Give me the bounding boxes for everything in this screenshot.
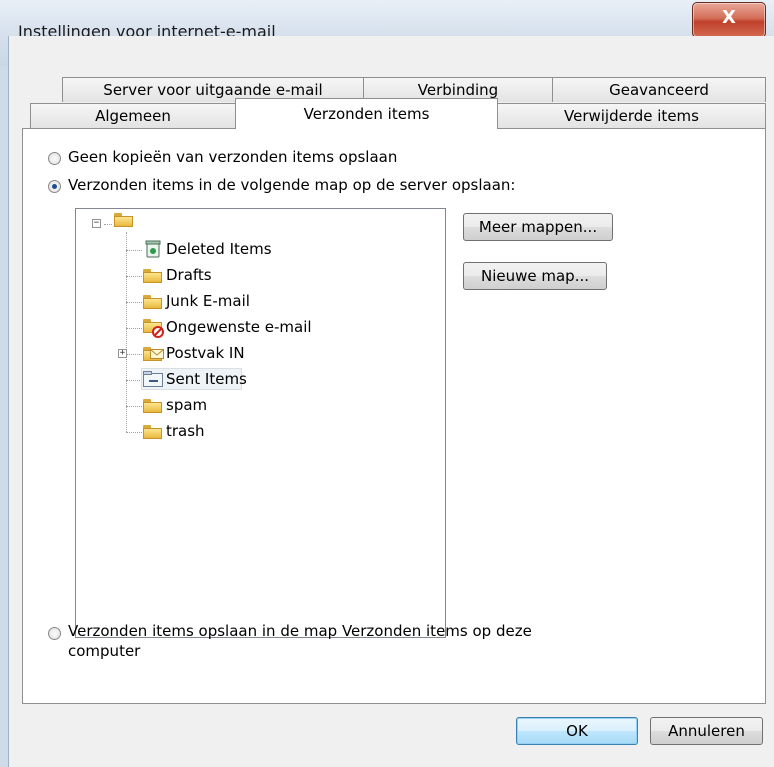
tree-item-ongewenste-email[interactable]: Ongewenste e-mail xyxy=(166,318,312,336)
tree-item-postvak-in[interactable]: Postvak IN xyxy=(166,344,245,362)
no-copies-radio[interactable] xyxy=(48,152,61,165)
more-folders-button[interactable]: Meer mappen... xyxy=(463,213,613,241)
close-icon: X xyxy=(722,7,736,28)
tree-item-spam[interactable]: spam xyxy=(166,396,207,414)
tree-connector xyxy=(126,354,142,355)
tab-general[interactable]: Algemeen xyxy=(30,103,236,128)
tree-item-junk-email[interactable]: Junk E-mail xyxy=(166,292,250,310)
local-folder-label-line1[interactable]: Verzonden items opslaan in de map Verzon… xyxy=(68,622,532,640)
tree-connector xyxy=(126,432,142,433)
local-folder-label-line2[interactable]: computer xyxy=(68,642,140,660)
tab-advanced[interactable]: Geavanceerd xyxy=(552,77,766,102)
tree-connector xyxy=(126,232,127,432)
tree-item-deleted-items[interactable]: Deleted Items xyxy=(166,240,272,258)
envelope-icon xyxy=(150,349,164,359)
cancel-button[interactable]: Annuleren xyxy=(650,717,763,745)
tree-connector xyxy=(126,250,142,251)
blocked-icon xyxy=(152,326,164,338)
dialog-window: Instellingen voor internet-e-mail X Serv… xyxy=(0,0,774,767)
tree-item-trash[interactable]: trash xyxy=(166,422,205,440)
tab-sent-items[interactable]: Verzonden items xyxy=(235,98,498,129)
local-folder-radio[interactable] xyxy=(48,627,61,640)
tree-connector xyxy=(126,406,142,407)
close-button[interactable]: X xyxy=(692,2,766,38)
sent-folder-icon xyxy=(143,371,163,387)
ok-button[interactable]: OK xyxy=(516,717,638,745)
expand-postvak-icon[interactable]: + xyxy=(118,349,127,358)
tab-deleted-items[interactable]: Verwijderde items xyxy=(497,103,766,128)
folder-icon xyxy=(143,269,162,283)
tree-connector xyxy=(126,380,142,381)
mailbox-root-icon[interactable] xyxy=(114,213,133,227)
tree-connector xyxy=(126,276,142,277)
tree-item-drafts[interactable]: Drafts xyxy=(166,266,212,284)
new-folder-button[interactable]: Nieuwe map... xyxy=(463,262,607,290)
tree-item-sent-items[interactable]: Sent Items xyxy=(166,370,247,388)
recycle-folder-icon xyxy=(145,240,161,258)
no-copies-label[interactable]: Geen kopieën van verzonden items opslaan xyxy=(68,148,397,166)
folder-icon xyxy=(143,425,162,439)
folder-icon xyxy=(143,295,162,309)
collapse-root-icon[interactable]: − xyxy=(92,219,101,228)
tree-connector xyxy=(126,302,142,303)
folder-icon xyxy=(143,399,162,413)
tree-connector xyxy=(126,328,142,329)
server-folder-radio[interactable] xyxy=(48,180,61,193)
tree-connector xyxy=(104,224,112,225)
server-folder-label[interactable]: Verzonden items in de volgende map op de… xyxy=(68,176,515,194)
folder-tree[interactable] xyxy=(75,208,446,638)
